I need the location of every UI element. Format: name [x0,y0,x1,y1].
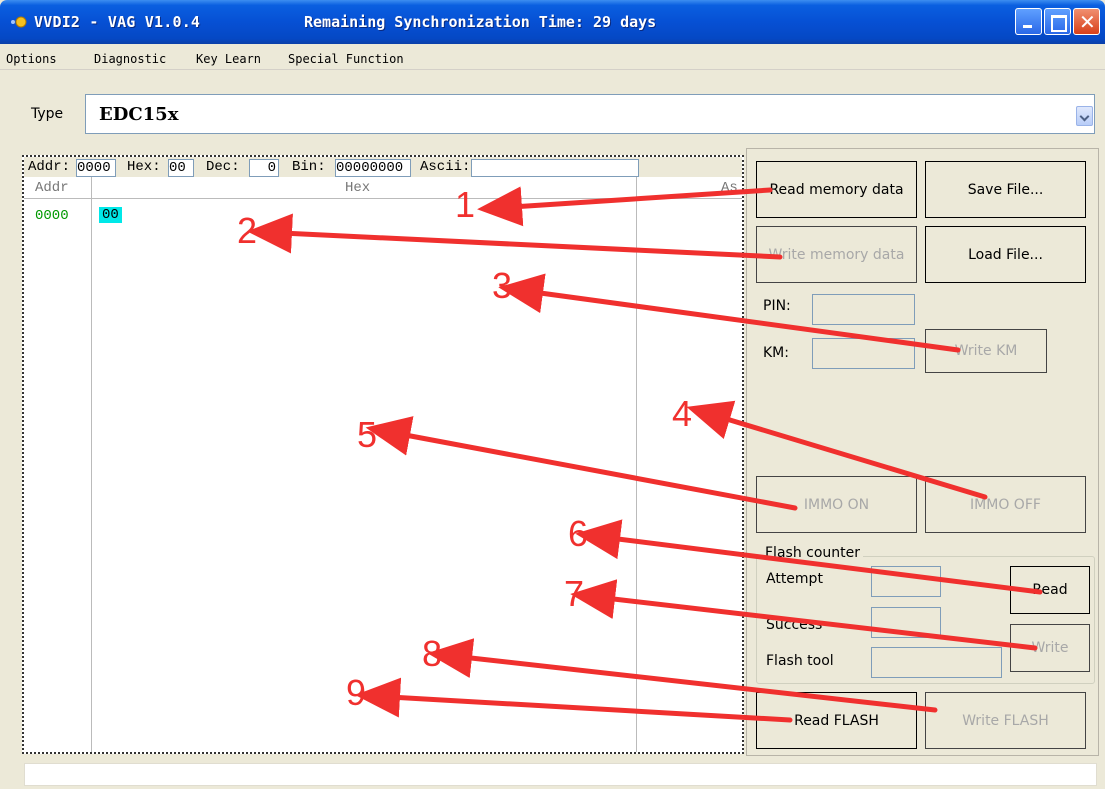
minimize-button[interactable] [1015,8,1042,35]
maximize-button[interactable] [1044,8,1071,35]
pin-field[interactable] [812,294,915,325]
hex-value: 00 [168,159,194,177]
immo-off-button[interactable]: IMMO OFF [925,476,1086,533]
read-memory-button[interactable]: Read memory data [756,161,917,218]
flash-counter-read-button[interactable]: Read [1010,566,1090,614]
save-file-button[interactable]: Save File... [925,161,1086,218]
annotation-5: 5 [357,414,378,455]
type-select[interactable]: EDC15x [85,94,1095,134]
sync-status: Remaining Synchronization Time: 29 days [304,13,657,31]
hex-label: Hex: [127,159,161,175]
row-addr: 0000 [35,208,69,224]
load-file-button[interactable]: Load File... [925,226,1086,283]
col-ascii: As [721,180,738,196]
annotation-4: 4 [672,393,693,434]
col-hex: Hex [345,180,371,196]
attempt-field[interactable] [871,566,941,597]
success-label: Success [766,617,823,633]
bin-label: Bin: [292,159,326,175]
status-bar [24,763,1097,786]
close-button[interactable]: ✕ [1073,8,1100,35]
annotation-9: 9 [346,672,367,713]
annotation-3: 3 [492,265,513,306]
addr-label: Addr: [28,159,71,175]
success-field[interactable] [871,607,941,638]
annotation-7: 7 [564,573,585,614]
attempt-label: Attempt [766,571,823,587]
flash-tool-label: Flash tool [766,653,834,669]
annotation-1: 1 [455,184,476,225]
write-km-button[interactable]: Write KM [925,329,1047,373]
addr-value: 0000 [76,159,116,177]
menu-bar: Options Diagnostic Key Learn Special Fun… [0,44,1105,70]
hex-column-header: Addr Hex As [24,177,742,199]
menu-special-function[interactable]: Special Function [288,52,404,66]
close-icon: ✕ [1079,10,1096,34]
menu-diagnostic[interactable]: Diagnostic [94,52,166,66]
hex-editor[interactable]: Addr: 0000 Hex: 00 Dec: 0 Bin: 00000000 … [22,155,744,754]
annotation-2: 2 [237,210,258,251]
bin-value: 00000000 [335,159,411,177]
type-label: Type [31,106,64,122]
annotation-6: 6 [568,513,589,554]
flash-tool-field[interactable] [871,647,1002,678]
title-bar: VVDI2 - VAG V1.0.4 Remaining Synchroniza… [0,0,1105,44]
read-flash-button[interactable]: Read FLASH [756,692,917,749]
flash-counter-title: Flash counter [762,545,864,561]
menu-options[interactable]: Options [6,52,57,66]
window-title: VVDI2 - VAG V1.0.4 [34,13,201,31]
km-field[interactable] [812,338,915,369]
km-label: KM: [763,345,789,361]
menu-key-learn[interactable]: Key Learn [196,52,261,66]
chevron-down-icon[interactable] [1076,106,1093,126]
app-icon [11,16,27,28]
type-value: EDC15x [99,104,179,125]
annotation-8: 8 [422,633,443,674]
immo-on-button[interactable]: IMMO ON [756,476,917,533]
write-flash-button[interactable]: Write FLASH [925,692,1086,749]
dec-label: Dec: [206,159,240,175]
write-memory-button[interactable]: Write memory data [756,226,917,283]
flash-counter-write-button[interactable]: Write [1010,624,1090,672]
col-addr: Addr [35,180,69,196]
ascii-label: Ascii: [420,159,471,175]
selected-byte[interactable]: 00 [99,207,122,223]
hex-info-bar: Addr: 0000 Hex: 00 Dec: 0 Bin: 00000000 … [24,157,742,177]
dec-value: 0 [249,159,279,177]
pin-label: PIN: [763,298,791,314]
